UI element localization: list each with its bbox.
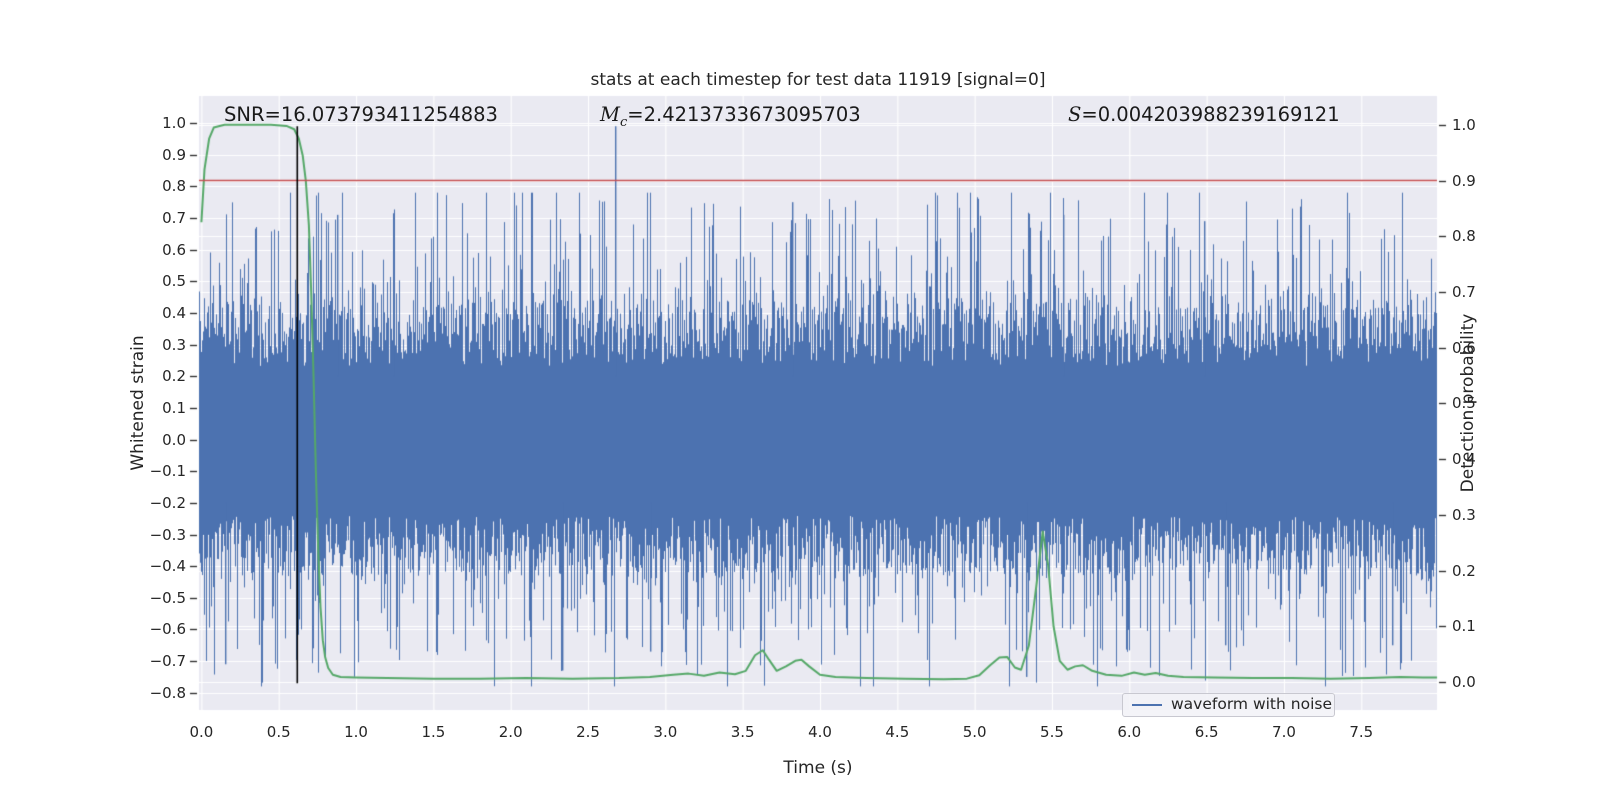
score-value: =0.004203988239169121: [1081, 103, 1340, 126]
right-tick-label: 0.6: [1452, 338, 1476, 357]
annotation-score: S=0.004203988239169121: [1068, 103, 1340, 126]
right-tick-label: 0.1: [1452, 617, 1476, 636]
x-tick-label: 2.5: [576, 723, 600, 741]
snr-label: SNR: [224, 103, 265, 126]
chirp-mass-symbol: M: [600, 103, 620, 126]
legend-label: waveform with noise: [1171, 695, 1332, 714]
x-tick-label: 0.5: [266, 723, 291, 741]
left-tick-label: −0.1: [149, 462, 186, 481]
plot-title: stats at each timestep for test data 119…: [590, 70, 1046, 90]
x-tick-label: 4.5: [885, 723, 910, 741]
left-tick-label: 0.7: [162, 209, 186, 227]
left-tick-label: −0.7: [149, 652, 186, 671]
x-axis-label: Time (s): [783, 758, 853, 778]
figure: stats at each timestep for test data 119…: [0, 0, 1600, 800]
x-tick-label: 1.5: [421, 723, 446, 741]
left-tick-label: 0.0: [162, 430, 186, 449]
x-tick-label: 6.5: [1194, 723, 1219, 741]
left-tick-label: −0.6: [149, 620, 186, 639]
right-tick-label: 0.2: [1452, 561, 1476, 580]
left-tick-label: −0.4: [149, 557, 186, 576]
right-tick-label: 0.3: [1452, 505, 1476, 524]
right-tick-label: 0.5: [1452, 394, 1476, 413]
left-tick-label: 0.5: [162, 272, 186, 291]
x-tick-label: 7.5: [1349, 723, 1374, 741]
right-tick-label: 0.0: [1452, 672, 1476, 691]
left-tick-label: −0.3: [149, 525, 186, 544]
x-tick-label: 5.5: [1040, 723, 1064, 741]
right-tick-label: 0.8: [1452, 227, 1476, 246]
x-tick-label: 4.0: [808, 723, 832, 741]
right-tick-label: 0.7: [1452, 282, 1476, 301]
x-tick-label: 3.0: [653, 723, 678, 741]
legend: waveform with noise: [1122, 693, 1335, 717]
legend-line-icon: [1132, 703, 1162, 707]
left-tick-label: 0.6: [162, 240, 186, 259]
score-symbol: S: [1068, 103, 1082, 126]
left-tick-label: 0.4: [162, 303, 186, 322]
left-tick-label: −0.5: [149, 588, 186, 607]
left-tick-label: 0.9: [162, 145, 186, 164]
right-tick-label: 1.0: [1452, 115, 1476, 134]
left-tick-label: 0.1: [162, 398, 186, 417]
left-tick-label: 0.3: [162, 335, 186, 354]
x-tick-label: 0.0: [189, 723, 214, 741]
annotation-chirp-mass: Mc=2.4213733673095703: [600, 103, 861, 130]
x-tick-label: 5.0: [962, 723, 987, 741]
snr-value: =16.073793411254883: [264, 103, 498, 126]
left-tick-label: 1.0: [162, 114, 186, 133]
right-tick-label: 0.4: [1452, 450, 1476, 469]
x-tick-label: 6.0: [1117, 723, 1142, 741]
annotation-snr: SNR=16.073793411254883: [224, 103, 498, 126]
left-tick-label: −0.8: [149, 683, 186, 702]
chirp-mass-value: =2.4213733673095703: [627, 103, 861, 126]
left-tick-label: 0.8: [162, 177, 186, 196]
right-tick-label: 0.9: [1452, 171, 1476, 190]
x-tick-label: 3.5: [730, 723, 755, 741]
x-tick-label: 2.0: [498, 723, 523, 741]
left-tick-label: 0.2: [162, 367, 186, 386]
x-tick-label: 7.0: [1272, 723, 1296, 741]
left-tick-label: −0.2: [149, 493, 186, 512]
x-tick-label: 1.0: [344, 723, 368, 741]
